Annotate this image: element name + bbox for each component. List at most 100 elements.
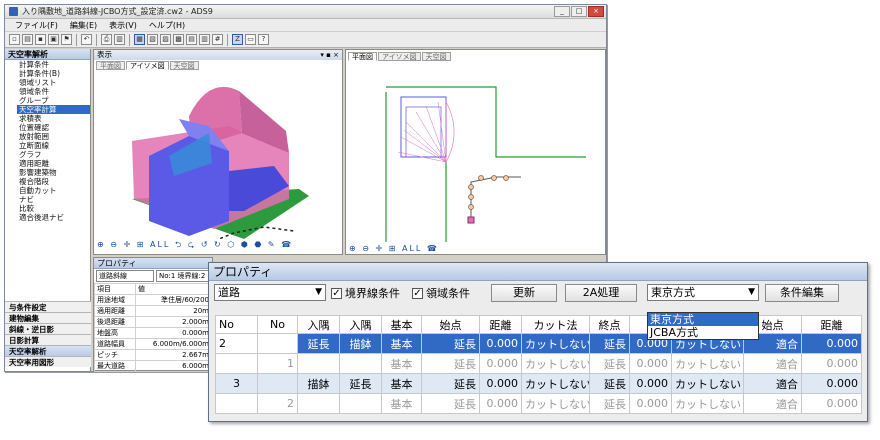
- grid-cell[interactable]: [297, 353, 340, 374]
- grid-cell[interactable]: 0.000: [479, 353, 522, 374]
- grid-cell[interactable]: 3: [215, 373, 258, 394]
- view-right-toolbar[interactable]: ⊕ ⊖ ✛ ⊞ ALL ☎: [349, 244, 439, 253]
- view-left-toolbar[interactable]: ⊕ ⊖ ✛ ⊞ ALL ⮌ ⮎ ↺ ↻ ⬡ ⬢ ⬣ ✎ ☎: [97, 239, 293, 253]
- tab-plan-right[interactable]: 平面図: [348, 52, 377, 61]
- grid-cell[interactable]: [257, 333, 298, 354]
- grid-cell[interactable]: 延長: [421, 353, 480, 374]
- z-button[interactable]: Z: [232, 34, 243, 45]
- grid-cell[interactable]: [297, 393, 340, 414]
- back-property-cell[interactable]: 6.000m/6.000m: [135, 338, 212, 350]
- update-button[interactable]: 更新: [491, 284, 557, 302]
- grid-cell[interactable]: 延長: [339, 373, 382, 394]
- grid-cell[interactable]: 基本: [381, 353, 422, 374]
- open-folder-icon[interactable]: ▤: [22, 34, 33, 45]
- back-property-combo2[interactable]: No:1 境界線:2: [156, 270, 210, 282]
- sidebar-bottom-item[interactable]: 天空率解析: [5, 345, 91, 356]
- grid-cell[interactable]: 延長: [421, 373, 480, 394]
- sidebar-bottom-item[interactable]: 日影計算: [5, 334, 91, 345]
- grid-cell[interactable]: 延長: [589, 333, 630, 354]
- grid-cell[interactable]: 0.000: [801, 353, 862, 374]
- grid-cell[interactable]: 適合: [743, 393, 802, 414]
- grid-header-cell[interactable]: No: [257, 315, 298, 334]
- dropdown-option-jcba[interactable]: JCBA方式: [648, 326, 758, 339]
- back-property-cell[interactable]: 0.000m: [135, 327, 212, 339]
- grid-row[interactable]: 2 基本 延長 0.000 カットしない 延長 0.000 カットしない 適合 0.000: [215, 393, 862, 414]
- grid-cell[interactable]: [339, 393, 382, 414]
- grid-cell[interactable]: 延長: [421, 393, 480, 414]
- grid-cell[interactable]: [215, 393, 258, 414]
- boundary-condition-checkbox[interactable]: ✓ 境界線条件: [331, 285, 400, 301]
- sidebar-item[interactable]: ナビ: [5, 195, 90, 204]
- help-icon[interactable]: ?: [258, 34, 269, 45]
- grid-cell[interactable]: 2: [257, 393, 298, 414]
- grid-cell[interactable]: 1: [257, 353, 298, 374]
- grid-cell[interactable]: 0.000: [629, 393, 672, 414]
- grid-cell[interactable]: カットしない: [521, 373, 590, 394]
- view-layout-3-icon[interactable]: ▨: [160, 34, 171, 45]
- new-file-icon[interactable]: ▫: [9, 34, 20, 45]
- sidebar-bottom-item[interactable]: 建物編集: [5, 312, 91, 323]
- grid-cell[interactable]: 延長: [589, 373, 630, 394]
- sidebar-item[interactable]: 立断面線: [5, 141, 90, 150]
- 2a-process-button[interactable]: 2A処理: [565, 284, 637, 302]
- grid-header-cell[interactable]: 入隅: [297, 315, 340, 334]
- dropdown-option-tokyo[interactable]: 東京方式: [648, 313, 758, 326]
- sidebar-item[interactable]: 位置確認: [5, 123, 90, 132]
- sidebar-bottom-item[interactable]: 与条件設定: [5, 301, 91, 312]
- view-layout-2-icon[interactable]: ▧: [147, 34, 158, 45]
- back-property-cell[interactable]: 6.000m: [135, 360, 212, 372]
- grid-cell[interactable]: 0.000: [801, 393, 862, 414]
- jww-icon[interactable]: ▤: [186, 34, 197, 45]
- undo-icon[interactable]: ↶: [81, 34, 92, 45]
- condition-edit-button[interactable]: 条件編集: [765, 284, 839, 302]
- back-property-combo[interactable]: 道路斜線: [96, 270, 154, 282]
- tab-isometric-right[interactable]: アイソメ図: [378, 52, 421, 61]
- grid-cell[interactable]: カットしない: [671, 373, 744, 394]
- minimize-button[interactable]: _: [554, 6, 570, 17]
- grid-header-cell[interactable]: No: [215, 315, 258, 334]
- grid-row[interactable]: 3 描鉢 延長 基本 延長 0.000 カットしない 延長 0.000 カットしない 適合 0.000: [215, 373, 862, 394]
- grid-header-cell[interactable]: 終点: [589, 315, 630, 334]
- sidebar-bottom-item[interactable]: 斜線・逆日影: [5, 323, 91, 334]
- grid-row[interactable]: 2 延長 描鉢 基本 延長 0.000 カットしない 延長 0.000 カットしない 適合 0.000: [215, 333, 862, 354]
- sidebar-item[interactable]: 計算条件: [5, 60, 90, 69]
- grid-cell[interactable]: 基本: [381, 393, 422, 414]
- back-property-cell[interactable]: 20m: [135, 305, 212, 317]
- grid-header-cell[interactable]: 始点: [421, 315, 480, 334]
- tab-sky-right[interactable]: 天空図: [421, 52, 451, 61]
- grid-cell[interactable]: [215, 353, 258, 374]
- grid-cell[interactable]: 0.000: [479, 393, 522, 414]
- grid-cell[interactable]: 0.000: [479, 333, 522, 354]
- close-button[interactable]: ×: [588, 6, 604, 17]
- menu-edit[interactable]: 編集(E): [70, 20, 97, 31]
- tab-sky[interactable]: 天空図: [169, 61, 199, 70]
- back-property-cell[interactable]: 2.667m: [135, 349, 212, 361]
- sidebar-item[interactable]: グループ: [5, 96, 90, 105]
- sidebar-item[interactable]: 計算条件(B): [5, 69, 90, 78]
- grid-cell[interactable]: 延長: [589, 353, 630, 374]
- sidebar-item[interactable]: 適合後退ナビ: [5, 213, 90, 222]
- grid-cell[interactable]: カットしない: [521, 333, 590, 354]
- grid-header-cell[interactable]: 距離: [801, 315, 862, 334]
- grid-cell[interactable]: [257, 373, 298, 394]
- menu-view[interactable]: 表示(V): [109, 20, 137, 31]
- grid-row[interactable]: 1 基本 延長 0.000 カットしない 延長 0.000 カットしない 適合 0.000: [215, 353, 862, 374]
- grid-header-cell[interactable]: 入隅: [339, 315, 382, 334]
- back-property-cell[interactable]: 2.000m: [135, 316, 212, 328]
- sidebar-item[interactable]: 適用距離: [5, 159, 90, 168]
- save-as-icon[interactable]: ▣: [48, 34, 59, 45]
- grid-cell[interactable]: 延長: [589, 393, 630, 414]
- grid-cell[interactable]: [339, 353, 382, 374]
- grid-cell[interactable]: 描鉢: [339, 333, 382, 354]
- sidebar-item[interactable]: 領域リスト: [5, 78, 90, 87]
- grid-cell[interactable]: 延長: [421, 333, 480, 354]
- tab-isometric[interactable]: アイソメ図: [126, 61, 169, 70]
- grid-cell[interactable]: 2: [215, 333, 258, 354]
- type-combo[interactable]: 道路 ▼: [214, 284, 326, 301]
- isometric-3d-drawing[interactable]: [94, 71, 342, 244]
- dxf-icon[interactable]: ▩: [173, 34, 184, 45]
- monitor-icon[interactable]: ▭: [245, 34, 256, 45]
- grid-cell[interactable]: 基本: [381, 333, 422, 354]
- save-icon[interactable]: ▪: [35, 34, 46, 45]
- sidebar-item[interactable]: 自動カット: [5, 186, 90, 195]
